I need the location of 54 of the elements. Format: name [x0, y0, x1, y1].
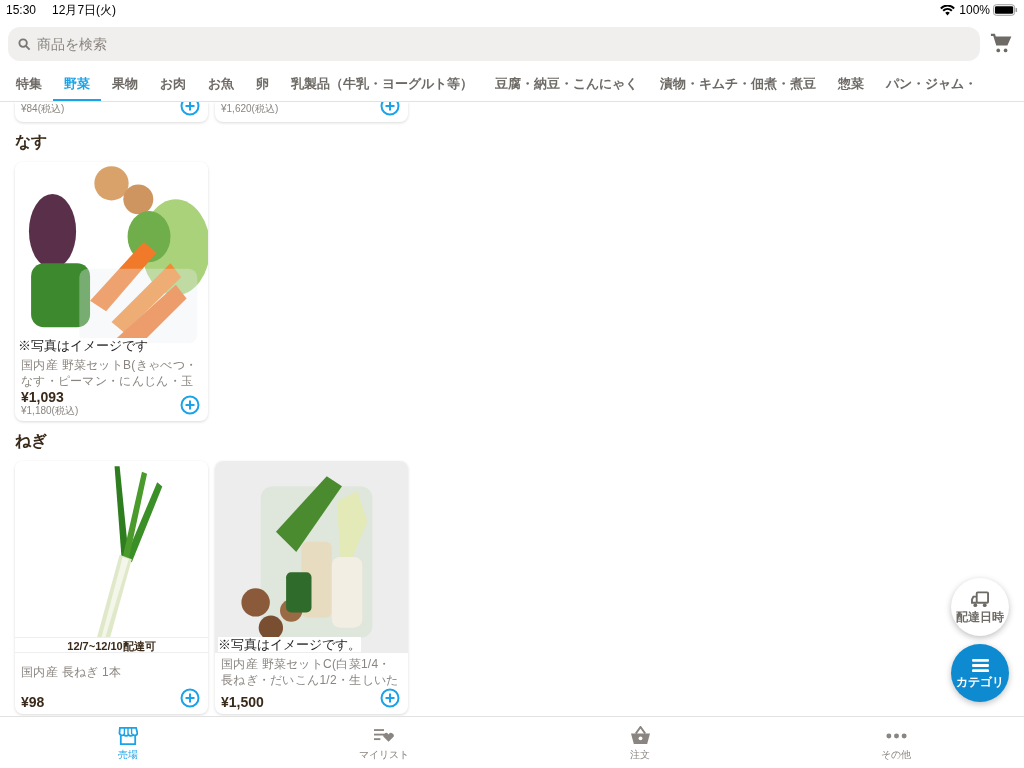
bottom-tab[interactable]: 売場 — [0, 717, 256, 768]
product-card[interactable]: ※写真はイメージです。 国内産 野菜セットC(白菜1/4・長ねぎ・だいこん1/2・生しいた ¥1,500 — [215, 461, 408, 714]
basket-icon — [629, 726, 651, 745]
product-price: ¥98 — [21, 694, 45, 710]
add-icon[interactable] — [380, 688, 400, 708]
store-icon — [118, 726, 138, 745]
delivery-badge: 12/7~12/10配達可 — [15, 637, 208, 653]
product-card[interactable]: ¥1,620(税込) — [215, 102, 408, 122]
product-price: ¥1,500 — [221, 694, 264, 710]
category-tab[interactable]: お肉 — [149, 68, 197, 101]
add-icon[interactable] — [180, 395, 200, 415]
list-heart-icon — [374, 728, 394, 743]
product-name: 国内産 野菜セットC(白菜1/4・長ねぎ・だいこん1/2・生しいた — [221, 656, 400, 688]
status-time: 15:30 — [6, 2, 37, 19]
section-title: なす — [15, 132, 48, 153]
add-icon[interactable] — [180, 688, 200, 708]
product-card[interactable]: ¥84(税込) — [15, 102, 208, 122]
search-field[interactable]: 商品を検索 — [8, 27, 980, 61]
wifi-icon — [940, 4, 956, 16]
category-tab[interactable]: 果物 — [101, 68, 149, 101]
search-icon — [18, 38, 31, 51]
bottom-tab[interactable]: その他 — [768, 717, 1024, 768]
category-tab[interactable]: 豆腐・納豆・こんにゃく — [484, 68, 649, 101]
cart-icon[interactable] — [990, 33, 1012, 55]
product-card[interactable]: 12/7~12/10配達可 国内産 長ねぎ 1本 ¥98 — [15, 461, 208, 714]
image-caption: ※写真はイメージです。 — [218, 637, 361, 652]
product-name: 国内産 野菜セットB(きゃべつ・なす・ピーマン・にんじん・玉 — [21, 357, 199, 389]
category-tab[interactable]: 惣菜 — [827, 68, 875, 101]
category-tab[interactable]: 漬物・キムチ・佃煮・煮豆 — [649, 68, 827, 101]
image-caption: ※写真はイメージです — [18, 338, 148, 353]
battery-icon — [993, 4, 1018, 16]
category-tab[interactable]: 乳製品（牛乳・ヨーグルト等） — [280, 68, 484, 101]
tax-price: ¥1,620(税込) — [221, 102, 279, 116]
category-button[interactable]: カテゴリ — [951, 644, 1009, 702]
product-name: 国内産 長ねぎ 1本 — [21, 664, 123, 681]
menu-icon — [971, 657, 989, 673]
status-date: 12月7日(火) — [52, 2, 117, 19]
bottom-tab[interactable]: 注文 — [512, 717, 768, 768]
truck-icon — [970, 590, 990, 608]
tax-price: ¥1,180(税込) — [21, 405, 79, 417]
category-tab[interactable]: 特集 — [5, 68, 53, 101]
delivery-time-button[interactable]: 配達日時 — [951, 578, 1009, 636]
bottom-tab[interactable]: マイリスト — [256, 717, 512, 768]
add-icon[interactable] — [180, 102, 200, 116]
category-tab[interactable]: パン・ジャム・ — [875, 68, 988, 101]
add-icon[interactable] — [380, 102, 400, 116]
product-price: ¥1,093 — [21, 389, 65, 405]
product-card[interactable]: ※写真はイメージです 国内産 野菜セットB(きゃべつ・なす・ピーマン・にんじん・玉 ¥1,093 ¥1,180(税込) — [15, 162, 208, 421]
tax-price: ¥84(税込) — [21, 102, 65, 116]
category-tab[interactable]: 卵 — [245, 68, 280, 101]
category-tab[interactable]: お魚 — [197, 68, 245, 101]
section-title: ねぎ — [15, 431, 48, 451]
more-icon — [885, 732, 907, 739]
battery-percent: 100% — [959, 2, 990, 19]
